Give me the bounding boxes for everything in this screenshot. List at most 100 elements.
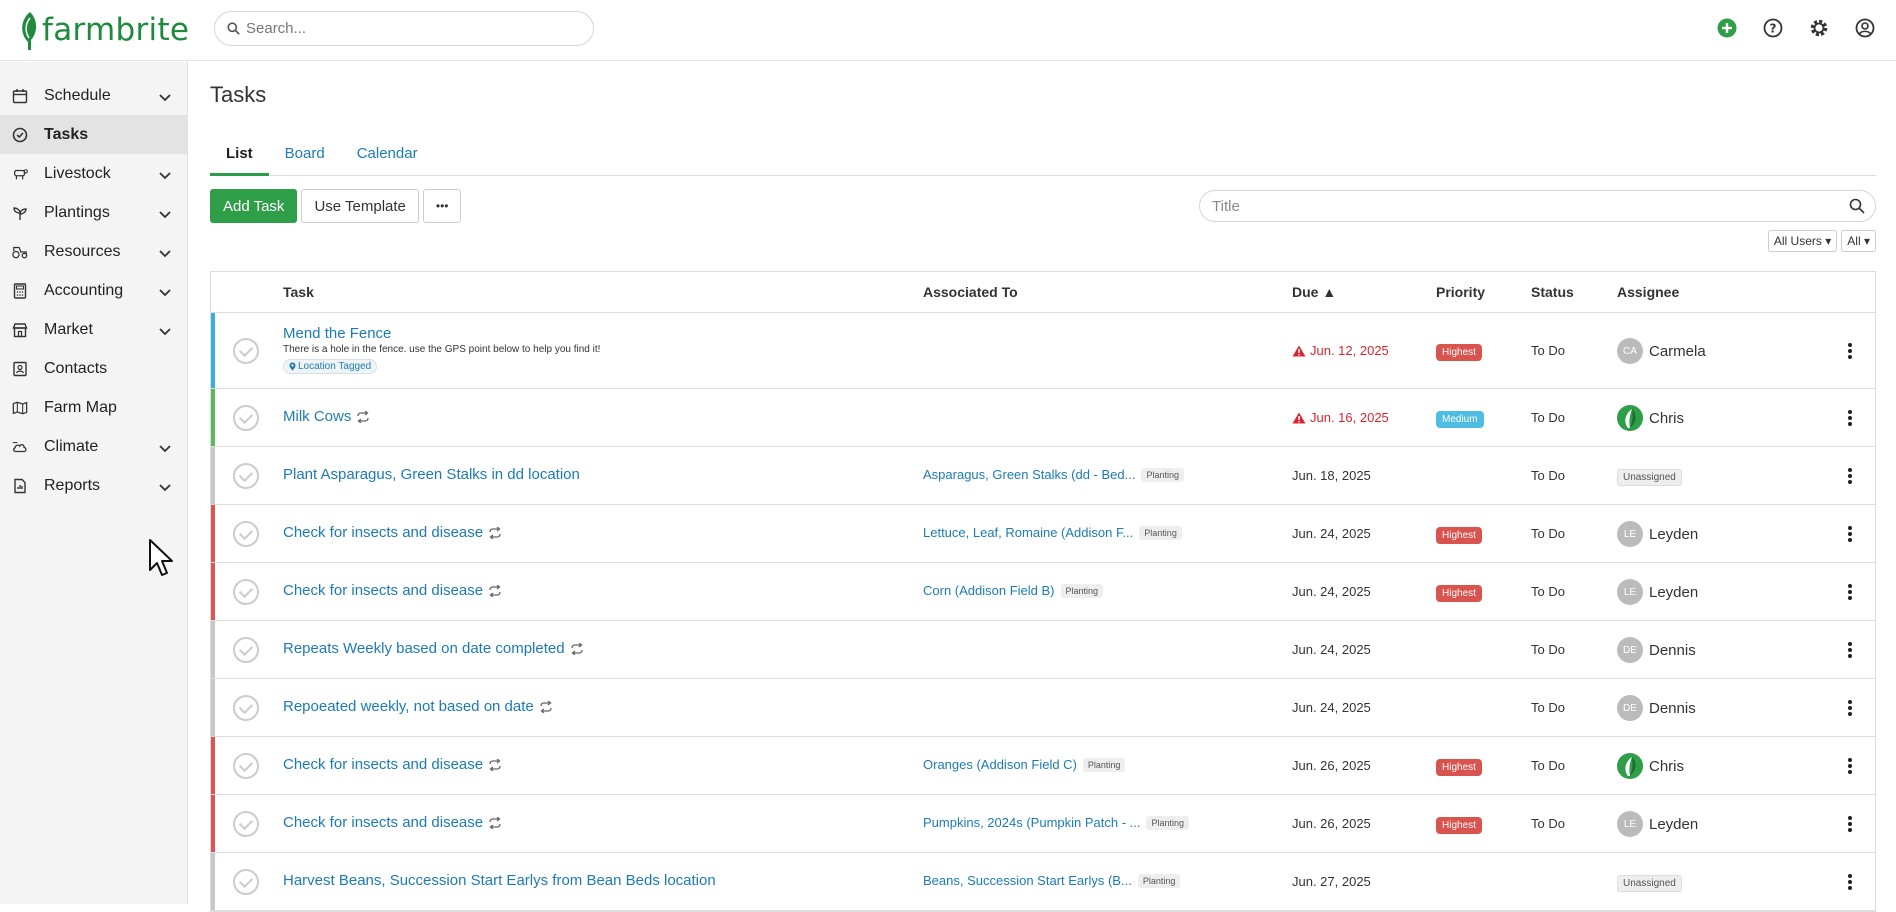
sidebar-item-climate[interactable]: Climate [0, 427, 187, 466]
location-tag[interactable]: Location Tagged [283, 359, 378, 374]
task-title-link[interactable]: Repeats Weekly based on date completed [283, 640, 565, 657]
chevron-down-icon[interactable] [159, 440, 171, 458]
sidebar-item-resources[interactable]: Resources [0, 232, 187, 271]
status-text[interactable]: To Do [1531, 468, 1565, 483]
complete-task-checkbox[interactable] [233, 637, 259, 663]
row-menu-kebab-icon[interactable] [1847, 873, 1853, 894]
chevron-down-icon[interactable] [159, 206, 171, 224]
row-menu-kebab-icon[interactable] [1847, 699, 1853, 720]
complete-task-checkbox[interactable] [233, 753, 259, 779]
assignee-cell[interactable]: Chris [1617, 753, 1684, 779]
table-row[interactable]: Check for insects and disease Corn (Addis… [211, 563, 1875, 621]
table-row[interactable]: Mend the Fence There is a hole in the fen… [211, 313, 1875, 389]
complete-task-checkbox[interactable] [233, 338, 259, 364]
table-row[interactable]: Check for insects and disease Lettuce, Le… [211, 505, 1875, 563]
task-title-link[interactable]: Check for insects and disease [283, 814, 483, 831]
farmbrite-logo[interactable]: farmbrite [18, 8, 189, 52]
sidebar-item-farm-map[interactable]: Farm Map [0, 388, 187, 427]
tab-list[interactable]: List [210, 134, 269, 176]
chevron-down-icon[interactable] [159, 323, 171, 341]
table-row[interactable]: Repeats Weekly based on date completed Ju… [211, 621, 1875, 679]
search-icon[interactable] [1849, 198, 1865, 214]
chevron-down-icon[interactable] [159, 245, 171, 263]
global-search[interactable] [214, 11, 594, 46]
complete-task-checkbox[interactable] [233, 405, 259, 431]
row-menu-kebab-icon[interactable] [1847, 467, 1853, 488]
header-due[interactable]: Due ▲ [1292, 284, 1336, 300]
table-row[interactable]: Repoeated weekly, not based on date Jun. … [211, 679, 1875, 737]
status-filter-dropdown[interactable]: All ▾ [1841, 230, 1876, 252]
sidebar-item-reports[interactable]: Reports [0, 466, 187, 505]
task-title-link[interactable]: Mend the Fence [283, 325, 391, 342]
row-menu-kebab-icon[interactable] [1847, 757, 1853, 778]
table-row[interactable]: Check for insects and disease Oranges (Ad… [211, 737, 1875, 795]
associated-link[interactable]: Oranges (Addison Field C) [923, 757, 1077, 772]
row-menu-kebab-icon[interactable] [1847, 409, 1853, 430]
chevron-down-icon[interactable] [159, 89, 171, 107]
title-search[interactable] [1199, 190, 1876, 222]
complete-task-checkbox[interactable] [233, 869, 259, 895]
row-menu-kebab-icon[interactable] [1847, 583, 1853, 604]
assignee-cell[interactable]: Unassigned [1617, 467, 1682, 486]
assignee-cell[interactable]: LE Leyden [1617, 521, 1698, 547]
header-task[interactable]: Task [283, 284, 314, 300]
sidebar-item-tasks[interactable]: Tasks [0, 115, 187, 154]
associated-link[interactable]: Pumpkins, 2024s (Pumpkin Patch - ... [923, 815, 1140, 830]
task-title-link[interactable]: Check for insects and disease [283, 582, 483, 599]
header-associated[interactable]: Associated To [923, 284, 1018, 300]
users-filter-dropdown[interactable]: All Users ▾ [1767, 230, 1838, 252]
associated-link[interactable]: Corn (Addison Field B) [923, 583, 1055, 598]
assignee-cell[interactable]: CA Carmela [1617, 338, 1706, 364]
status-text[interactable]: To Do [1531, 700, 1565, 715]
status-text[interactable]: To Do [1531, 642, 1565, 657]
status-text[interactable]: To Do [1531, 526, 1565, 541]
header-priority[interactable]: Priority [1436, 284, 1485, 300]
complete-task-checkbox[interactable] [233, 463, 259, 489]
chevron-down-icon[interactable] [159, 167, 171, 185]
table-row[interactable]: Milk Cows Jun. 16, 2025 Medium To Do Chris [211, 389, 1875, 447]
status-text[interactable]: To Do [1531, 816, 1565, 831]
row-menu-kebab-icon[interactable] [1847, 815, 1853, 836]
search-input[interactable] [246, 20, 566, 37]
help-icon[interactable]: ? [1760, 15, 1786, 41]
table-row[interactable]: Check for insects and disease Pumpkins, 2… [211, 795, 1875, 853]
task-title-link[interactable]: Repoeated weekly, not based on date [283, 698, 534, 715]
row-menu-kebab-icon[interactable] [1847, 641, 1853, 662]
tab-calendar[interactable]: Calendar [341, 134, 434, 176]
task-title-link[interactable]: Milk Cows [283, 408, 351, 425]
header-status[interactable]: Status [1531, 284, 1574, 300]
status-text[interactable]: To Do [1531, 343, 1565, 358]
associated-link[interactable]: Asparagus, Green Stalks (dd - Bed... [923, 467, 1135, 482]
tab-board[interactable]: Board [269, 134, 341, 176]
more-options-button[interactable]: ••• [422, 189, 462, 223]
associated-link[interactable]: Beans, Succession Start Earlys (B... [923, 873, 1132, 888]
header-assignee[interactable]: Assignee [1617, 284, 1679, 300]
assignee-cell[interactable]: LE Leyden [1617, 579, 1698, 605]
complete-task-checkbox[interactable] [233, 579, 259, 605]
sidebar-item-contacts[interactable]: Contacts [0, 349, 187, 388]
add-task-button[interactable]: Add Task [210, 189, 298, 223]
row-menu-kebab-icon[interactable] [1847, 525, 1853, 546]
status-text[interactable]: To Do [1531, 410, 1565, 425]
task-title-link[interactable]: Check for insects and disease [283, 756, 483, 773]
chevron-down-icon[interactable] [159, 284, 171, 302]
sidebar-item-livestock[interactable]: Livestock [0, 154, 187, 193]
complete-task-checkbox[interactable] [233, 811, 259, 837]
use-template-button[interactable]: Use Template [301, 189, 419, 223]
chevron-down-icon[interactable] [159, 479, 171, 497]
user-account-icon[interactable] [1852, 15, 1878, 41]
assignee-cell[interactable]: LE Leyden [1617, 811, 1698, 837]
assignee-cell[interactable]: Chris [1617, 405, 1684, 431]
status-text[interactable]: To Do [1531, 584, 1565, 599]
add-icon[interactable] [1714, 15, 1740, 41]
title-filter-input[interactable] [1212, 197, 1832, 215]
complete-task-checkbox[interactable] [233, 521, 259, 547]
table-row[interactable]: Harvest Beans, Succession Start Earlys f… [211, 853, 1875, 911]
assignee-cell[interactable]: DE Dennis [1617, 637, 1696, 663]
assignee-cell[interactable]: DE Dennis [1617, 695, 1696, 721]
table-row[interactable]: Plant Asparagus, Green Stalks in dd loca… [211, 447, 1875, 505]
task-title-link[interactable]: Harvest Beans, Succession Start Earlys f… [283, 872, 716, 889]
status-text[interactable]: To Do [1531, 758, 1565, 773]
settings-gear-icon[interactable] [1806, 15, 1832, 41]
associated-link[interactable]: Lettuce, Leaf, Romaine (Addison F... [923, 525, 1133, 540]
